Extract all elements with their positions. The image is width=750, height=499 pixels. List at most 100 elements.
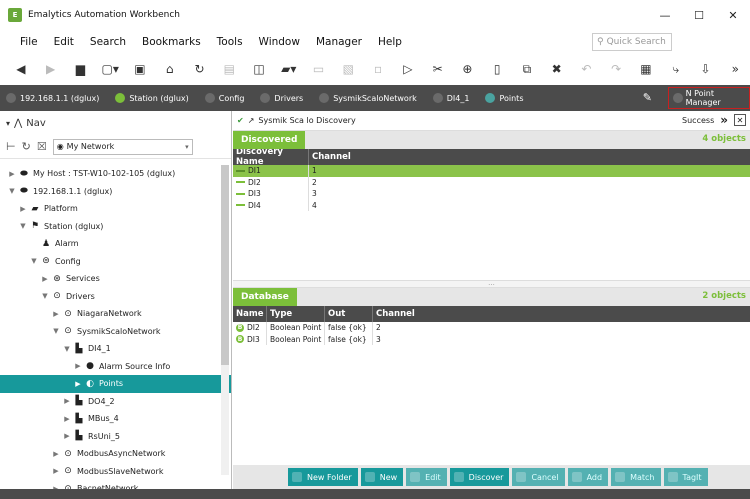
edit-button[interactable]: Edit [406,468,447,486]
new-button[interactable]: New [360,468,404,486]
side-bar-icon[interactable]: ◫ [248,58,270,80]
home-icon[interactable]: ⌂ [159,58,181,80]
tree-item[interactable]: ▶ ▙ MBus_4 [0,410,231,428]
split-divider[interactable]: ··· [233,280,750,289]
cancel-button[interactable]: Cancel [512,468,565,486]
tree-item[interactable]: ▶ ⊙ ModbusAsyncNetwork [0,445,231,463]
tree-toggle-icon[interactable]: ▶ [17,205,29,213]
tree-toggle-icon[interactable]: ▶ [39,275,51,283]
export-icon[interactable]: ▫ [367,58,389,80]
tree-item[interactable]: ▼ ⬬ 192.168.1.1 (dglux) [0,183,231,201]
tree-item[interactable]: ▼ ▙ DI4_1 [0,340,231,358]
redo-icon[interactable]: ↷ [605,58,627,80]
crumb-drivers[interactable]: Drivers [254,93,313,103]
col-db-channel[interactable]: Channel [373,306,750,322]
crumb-network[interactable]: SysmikScaloNetwork [313,93,427,103]
duplicate-icon[interactable]: ⧉ [516,58,538,80]
nav-scrollbar[interactable] [221,165,229,475]
new-window-icon[interactable]: ▭ [308,58,330,80]
menu-bookmarks[interactable]: Bookmarks [134,36,209,48]
tree-item[interactable]: ▼ ⊙ SysmikScaloNetwork [0,323,231,341]
pencil-icon[interactable]: ✎ [643,91,652,104]
tree-toggle-icon[interactable]: ▶ [72,380,84,388]
table-row[interactable]: DI2 2 [233,176,750,188]
tree-item[interactable]: ▶ ⊙ ModbusSlaveNetwork [0,463,231,481]
quick-search-input[interactable]: ⚲ Quick Search [592,33,672,51]
table-row[interactable]: DI4 4 [233,199,750,211]
tree-toggle-icon[interactable]: ▶ [61,397,73,405]
close-tree-icon[interactable]: ☒ [37,140,47,153]
menu-tools[interactable]: Tools [209,36,251,48]
delete-icon[interactable]: ✖ [546,58,568,80]
menu-help[interactable]: Help [370,36,410,48]
table-row[interactable]: B DI2 Boolean Point false {ok} 2 [233,322,750,334]
tree-toggle-icon[interactable]: ▼ [28,257,40,265]
tree-item[interactable]: ▶ ▙ DO4_2 [0,393,231,411]
more-icon[interactable]: » [724,58,746,80]
tree-item[interactable]: ▶ ▙ RsUni_5 [0,428,231,446]
back-icon[interactable]: ◀ [10,58,32,80]
tree-item[interactable]: ▶ ◐ Points [0,375,231,393]
folder-icon[interactable]: ▰▾ [278,58,300,80]
table-row[interactable]: B DI3 Boolean Point false {ok} 3 [233,333,750,345]
add-button[interactable]: Add [567,468,609,486]
tree-toggle-icon[interactable]: ▶ [6,170,18,178]
close-button[interactable]: ✕ [716,0,750,30]
network-select[interactable]: ◉ My Network ▾ [52,138,193,155]
route-icon[interactable]: ⤷ [665,58,687,80]
col-discovery-name[interactable]: Discovery Name [233,147,309,167]
tree-toggle-icon[interactable]: ▼ [50,327,62,335]
table-row[interactable]: DI1 1 [233,165,750,177]
col-type[interactable]: Type [267,306,325,322]
crumb-config[interactable]: Config [199,93,255,103]
dismiss-job-icon[interactable]: ✕ [734,114,746,126]
tree-item[interactable]: ▶ ⬬ My Host : TST-W10-102-105 (dglux) [0,165,231,183]
console-icon[interactable]: ▣ [129,58,151,80]
match-button[interactable]: Match [611,468,661,486]
tree-item[interactable]: ▼ ⊙ Drivers [0,288,231,306]
crumb-station[interactable]: Station (dglux) [109,93,198,103]
forward-icon[interactable]: ▶ [40,58,62,80]
copy-icon[interactable]: ⊕ [456,58,478,80]
tagit-button[interactable]: TagIt [663,468,708,486]
menu-search[interactable]: Search [82,36,134,48]
collapse-icon[interactable]: ▾ [6,119,10,128]
tree-toggle-icon[interactable]: ▶ [50,450,62,458]
link-tree-icon[interactable]: ⊢ [6,140,16,153]
col-name[interactable]: Name [233,306,267,322]
refresh-icon[interactable]: ↻ [189,58,211,80]
tree-item[interactable]: ▼ ⊜ Config [0,253,231,271]
discover-button[interactable]: Discover [449,468,510,486]
tree-toggle-icon[interactable]: ▶ [50,467,62,475]
window-split-icon[interactable]: ▢▾ [99,58,121,80]
crumb-device[interactable]: DI4_1 [427,93,480,103]
tree-toggle-icon[interactable]: ▼ [17,222,29,230]
tree-toggle-icon[interactable]: ▼ [39,292,51,300]
col-channel[interactable]: Channel [309,149,750,165]
col-out[interactable]: Out [325,306,373,322]
tree-item[interactable]: ▼ ⚑ Station (dglux) [0,218,231,236]
tree-toggle-icon[interactable]: ▼ [6,187,18,195]
maximize-button[interactable]: ☐ [682,0,716,30]
paste-icon[interactable]: ▯ [486,58,508,80]
job-details-icon[interactable]: » [720,113,728,127]
crumb-points[interactable]: Points [479,93,533,103]
crumb-host[interactable]: 192.168.1.1 (dglux) [0,93,109,103]
tree-toggle-icon[interactable]: ▼ [61,345,73,353]
menu-manager[interactable]: Manager [308,36,370,48]
tree-item[interactable]: ▶ ● Alarm Source Info [0,358,231,376]
tree-item[interactable]: ▶ ▰ Platform [0,200,231,218]
menu-window[interactable]: Window [251,36,308,48]
tree-toggle-icon[interactable]: ▶ [61,415,73,423]
tree-item[interactable]: ▶ ⊙ NiagaraNetwork [0,305,231,323]
tree-item[interactable]: ▶ ⊛ Services [0,270,231,288]
refresh-tree-icon[interactable]: ↻ [22,140,31,153]
minimize-button[interactable]: — [648,0,682,30]
panel-icon[interactable]: ▧ [337,58,359,80]
tree-toggle-icon[interactable]: ▶ [72,362,84,370]
link-icon[interactable]: ▦ [635,58,657,80]
undo-icon[interactable]: ↶ [576,58,598,80]
save-icon[interactable]: ▤ [218,58,240,80]
menu-file[interactable]: File [0,36,46,48]
view-selector[interactable]: N Point Manager [668,87,750,109]
